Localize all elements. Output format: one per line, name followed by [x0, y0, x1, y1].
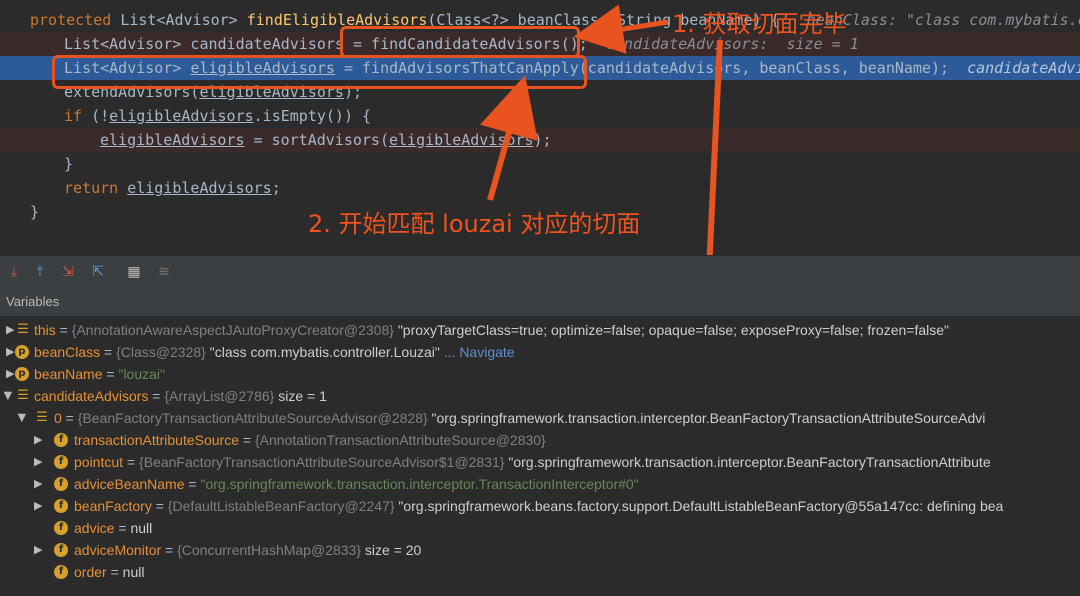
- step-over-icon[interactable]: ⤓: [6, 264, 22, 280]
- field-icon: f: [54, 543, 68, 557]
- var-name: pointcut: [74, 454, 124, 470]
- var-value: null: [122, 564, 145, 580]
- var-row-advicemonitor[interactable]: ▶ f adviceMonitor = {ConcurrentHashMap@2…: [0, 539, 1080, 561]
- var-value: "louzai": [118, 366, 165, 382]
- var-value: size = 20: [364, 542, 422, 558]
- var-eq: =: [123, 454, 140, 470]
- var-name: order: [74, 564, 107, 580]
- field-icon: f: [54, 455, 68, 469]
- field-icon: f: [54, 499, 68, 513]
- var-row-beanclass[interactable]: ▶ p beanClass = {Class@2328} "class com.…: [0, 341, 1080, 363]
- var-type: {Class@2328}: [116, 344, 210, 360]
- var-value: null: [130, 520, 153, 536]
- var-eq: =: [148, 388, 165, 404]
- var-value: "proxyTargetClass=true; optimize=false; …: [397, 322, 950, 338]
- expand-arrow-icon[interactable]: ▶: [34, 429, 42, 451]
- var-row-item-0[interactable]: ▶ ☰ 0 = {BeanFactoryTransactionAttribute…: [0, 407, 1080, 429]
- var-type: {AnnotationAwareAspectJAutoProxyCreator@…: [71, 322, 398, 338]
- var-eq: =: [151, 498, 168, 514]
- var-eq: =: [106, 564, 123, 580]
- var-type: {BeanFactoryTransactionAttributeSourceAd…: [77, 410, 432, 426]
- field-icon: f: [54, 565, 68, 579]
- var-value: "class com.mybatis.controller.Louzai": [209, 344, 440, 360]
- var-value: "org.springframework.transaction.interce…: [508, 454, 991, 470]
- var-value: "org.springframework.beans.factory.suppo…: [398, 498, 1004, 514]
- evaluate-icon[interactable]: ▦: [126, 264, 142, 280]
- list-icon: ☰: [36, 410, 48, 425]
- expand-arrow-icon[interactable]: ▶: [34, 473, 42, 495]
- expand-arrow-icon[interactable]: ▶: [34, 539, 42, 561]
- list-icon: ☰: [17, 322, 29, 337]
- var-eq: =: [161, 542, 178, 558]
- field-icon: f: [54, 521, 68, 535]
- var-name: beanClass: [34, 344, 101, 360]
- var-eq: =: [61, 410, 78, 426]
- step-out-icon[interactable]: ⇱: [90, 264, 106, 280]
- var-value: "org.springframework.transaction.interce…: [431, 410, 986, 426]
- expand-arrow-icon[interactable]: ▶: [34, 495, 42, 517]
- var-eq: =: [100, 344, 117, 360]
- force-step-icon[interactable]: ⇲: [60, 264, 76, 280]
- var-value: "org.springframework.transaction.interce…: [200, 476, 639, 492]
- var-eq: =: [238, 432, 255, 448]
- var-type: {DefaultListableBeanFactory@2247}: [167, 498, 399, 514]
- var-row-this[interactable]: ▶ ☰ this = {AnnotationAwareAspectJAutoPr…: [0, 319, 1080, 341]
- var-name: this: [34, 322, 56, 338]
- var-row-candidateadvisors[interactable]: ▶ ☰ candidateAdvisors = {ArrayList@2786}…: [0, 385, 1080, 407]
- var-row-transactionattributesource[interactable]: ▶ f transactionAttributeSource = {Annota…: [0, 429, 1080, 451]
- var-value: size = 1: [278, 388, 327, 404]
- var-eq: =: [184, 476, 201, 492]
- debugger-toolbar: ⤓ ⤒ ⇲ ⇱ ▦ ≋: [0, 255, 1080, 288]
- var-type: {BeanFactoryTransactionAttributeSourceAd…: [139, 454, 509, 470]
- list-icon: ☰: [17, 388, 29, 403]
- arrow-to-candidates: [573, 4, 669, 54]
- field-icon: f: [54, 433, 68, 447]
- var-name: transactionAttributeSource: [74, 432, 239, 448]
- step-into-icon[interactable]: ⤒: [32, 264, 48, 280]
- var-name: adviceBeanName: [74, 476, 185, 492]
- var-type: {AnnotationTransactionAttributeSource@28…: [254, 432, 546, 448]
- expand-arrow-icon[interactable]: ▶: [6, 363, 14, 385]
- var-name: advice: [74, 520, 115, 536]
- collapse-arrow-icon[interactable]: ▶: [11, 414, 33, 422]
- var-eq: =: [114, 520, 131, 536]
- var-row-beanname[interactable]: ▶ p beanName = "louzai": [0, 363, 1080, 385]
- expand-arrow-icon[interactable]: ▶: [6, 341, 14, 363]
- var-row-advicebeanname[interactable]: ▶ f adviceBeanName = "org.springframewor…: [0, 473, 1080, 495]
- var-name: adviceMonitor: [74, 542, 162, 558]
- var-name: candidateAdvisors: [34, 388, 149, 404]
- parameter-icon: p: [15, 345, 29, 359]
- var-name: 0: [54, 410, 62, 426]
- var-row-beanfactory[interactable]: ▶ f beanFactory = {DefaultListableBeanFa…: [0, 495, 1080, 517]
- variables-tree[interactable]: ▶ ☰ this = {AnnotationAwareAspectJAutoPr…: [0, 316, 1080, 596]
- variables-panel-title: Variables: [0, 288, 1080, 316]
- var-row-advice[interactable]: f advice = null: [0, 517, 1080, 539]
- var-eq: =: [55, 322, 72, 338]
- arrow-to-eligible: [479, 75, 538, 201]
- parameter-icon: p: [15, 367, 29, 381]
- navigate-link[interactable]: ... Navigate: [440, 344, 515, 360]
- field-icon: f: [54, 477, 68, 491]
- var-name: beanFactory: [74, 498, 152, 514]
- var-row-pointcut[interactable]: ▶ f pointcut = {BeanFactoryTransactionAt…: [0, 451, 1080, 473]
- var-type: {ArrayList@2786}: [164, 388, 279, 404]
- var-type: {ConcurrentHashMap@2833}: [177, 542, 365, 558]
- var-row-order[interactable]: f order = null: [0, 561, 1080, 583]
- var-name: beanName: [34, 366, 103, 382]
- var-eq: =: [102, 366, 119, 382]
- expand-arrow-icon[interactable]: ▶: [6, 319, 14, 341]
- expand-arrow-icon[interactable]: ▶: [34, 451, 42, 473]
- trace-icon[interactable]: ≋: [156, 264, 172, 280]
